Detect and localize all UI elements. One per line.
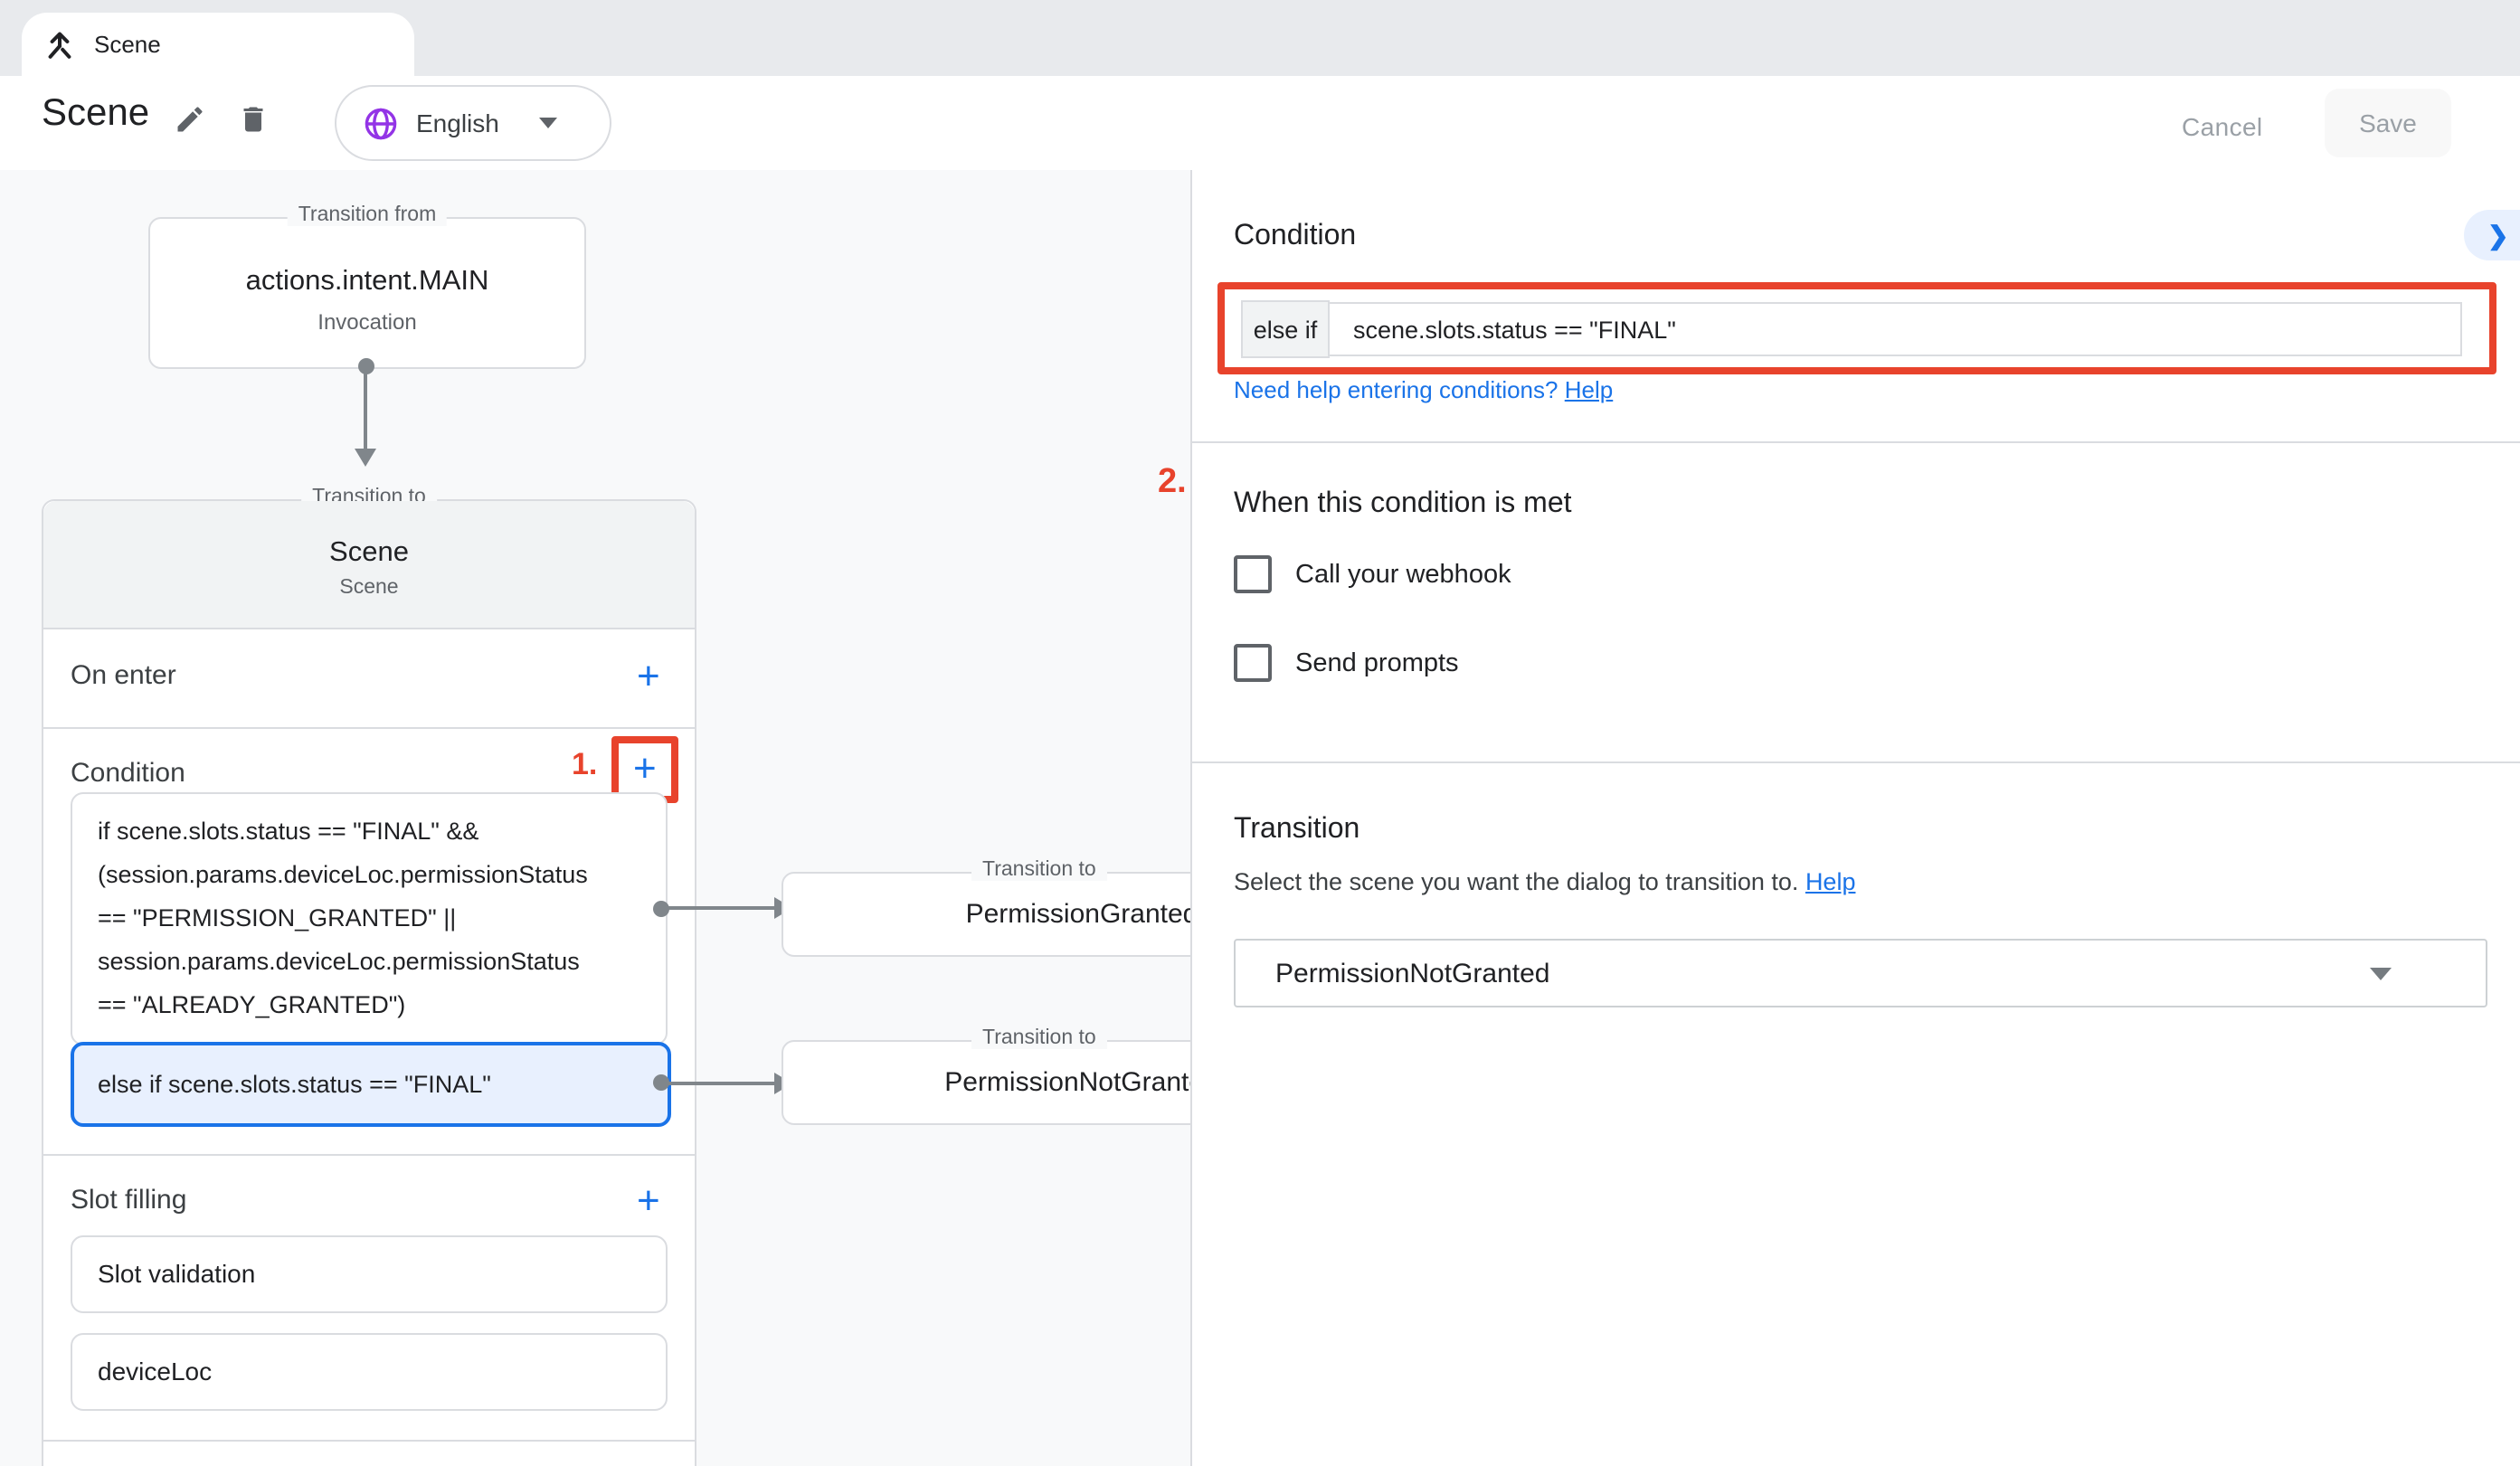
save-button[interactable]: Save — [2325, 89, 2451, 157]
dropdown-arrow-icon — [2370, 967, 2392, 979]
condition-help-line: Need help entering conditions? Help — [1234, 376, 1613, 403]
help-link[interactable]: Help — [1565, 376, 1614, 403]
chevron-right-icon: ❯ — [2487, 220, 2508, 251]
on-enter-label: On enter — [71, 660, 176, 691]
condition-section-label: Condition — [71, 758, 185, 789]
slot-filling-label: Slot filling — [71, 1185, 186, 1215]
transition-scene-dropdown[interactable]: PermissionNotGranted — [1234, 939, 2487, 1007]
tab-strip: Scene — [0, 0, 2520, 76]
condition-line: session.params.deviceLoc.permissionStatu… — [98, 941, 640, 984]
connector-line — [364, 373, 367, 449]
slot-validation-card[interactable]: Slot validation — [71, 1235, 668, 1313]
transition-heading: Transition — [1234, 814, 1359, 846]
page-title: Scene — [42, 92, 149, 136]
send-prompts-checkbox[interactable] — [1234, 644, 1272, 682]
add-on-enter-button[interactable]: + — [637, 657, 660, 696]
connector-dot — [357, 357, 374, 374]
help-text: Need help entering conditions? — [1234, 376, 1558, 403]
language-selector[interactable]: English — [335, 85, 611, 161]
condition-card-2-selected[interactable]: else if scene.slots.status == "FINAL" — [71, 1042, 671, 1127]
arrowhead-down-icon — [355, 449, 376, 467]
condition-detail-panel: ❯ Condition else if Need help entering c… — [1190, 170, 2520, 1466]
transition-scene-value: PermissionNotGranted — [1275, 958, 2370, 988]
slot-validation-label: Slot validation — [72, 1237, 666, 1311]
transition-help-link[interactable]: Help — [1805, 868, 1856, 895]
connector-line — [662, 1081, 774, 1084]
delete-icon[interactable] — [237, 103, 270, 136]
collapse-panel-button[interactable]: ❯ — [2464, 210, 2520, 260]
scene-editor: Scene Scene English Cancel Save — [0, 0, 2520, 1466]
annotation-box-2: else if — [1217, 282, 2496, 374]
transition-from-node[interactable]: Transition from actions.intent.MAIN Invo… — [148, 217, 586, 369]
transition-to-legend: Transition to — [971, 859, 1107, 881]
condition-line: if scene.slots.status == "FINAL" && — [98, 810, 640, 854]
divider — [43, 727, 695, 729]
scene-node: Transition to Scene Scene On enter + Con… — [42, 499, 696, 1466]
deviceloc-label: deviceLoc — [72, 1335, 666, 1409]
divider — [43, 1154, 695, 1156]
condition-line: (session.params.deviceLoc.permissionStat… — [98, 854, 640, 897]
condition-operator-chip: else if — [1241, 300, 1330, 358]
intent-type: Invocation — [150, 309, 584, 335]
transition-from-legend: Transition from — [288, 204, 448, 226]
add-condition-button[interactable]: + — [633, 749, 657, 789]
tab-label: Scene — [94, 31, 161, 58]
annotation-step-2: 2. — [1158, 463, 1187, 503]
chevron-down-icon — [539, 118, 557, 128]
condition-2-text: else if scene.slots.status == "FINAL" — [74, 1045, 668, 1123]
scene-node-title: Scene — [43, 537, 695, 570]
divider — [43, 1440, 695, 1442]
merge-arrow-icon — [43, 28, 76, 61]
annotation-step-1: 1. — [572, 747, 597, 783]
divider — [1192, 441, 2520, 443]
call-webhook-checkbox[interactable] — [1234, 555, 1272, 593]
webhook-row: Call your webhook — [1234, 555, 1511, 593]
scene-node-header[interactable]: Scene Scene — [43, 501, 695, 629]
condition-card-1[interactable]: if scene.slots.status == "FINAL" && (ses… — [71, 792, 668, 1045]
language-value: English — [416, 109, 499, 137]
call-webhook-label: Call your webhook — [1295, 560, 1511, 589]
panel-condition-heading: Condition — [1234, 221, 1356, 253]
add-slot-button[interactable]: + — [637, 1181, 660, 1221]
divider — [1192, 761, 2520, 763]
when-condition-heading: When this condition is met — [1234, 488, 1572, 521]
deviceloc-card[interactable]: deviceLoc — [71, 1333, 668, 1411]
transition-to-legend: Transition to — [971, 1027, 1107, 1049]
condition-line: == "ALREADY_GRANTED") — [98, 984, 640, 1027]
globe-icon — [364, 106, 398, 140]
cancel-button[interactable]: Cancel — [2182, 112, 2263, 141]
transition-description: Select the scene you want the dialog to … — [1234, 868, 1855, 895]
intent-name: actions.intent.MAIN — [150, 266, 584, 298]
tab-scene[interactable]: Scene — [22, 13, 414, 76]
prompts-row: Send prompts — [1234, 644, 1459, 682]
condition-expression-input[interactable] — [1330, 302, 2462, 356]
send-prompts-label: Send prompts — [1295, 648, 1459, 677]
scene-node-subtitle: Scene — [43, 577, 695, 599]
edit-icon[interactable] — [174, 103, 206, 136]
header: Scene English Cancel Save — [0, 76, 2520, 172]
connector-line — [662, 906, 774, 910]
condition-line: == "PERMISSION_GRANTED" || — [98, 897, 640, 941]
transition-description-text: Select the scene you want the dialog to … — [1234, 868, 1798, 895]
